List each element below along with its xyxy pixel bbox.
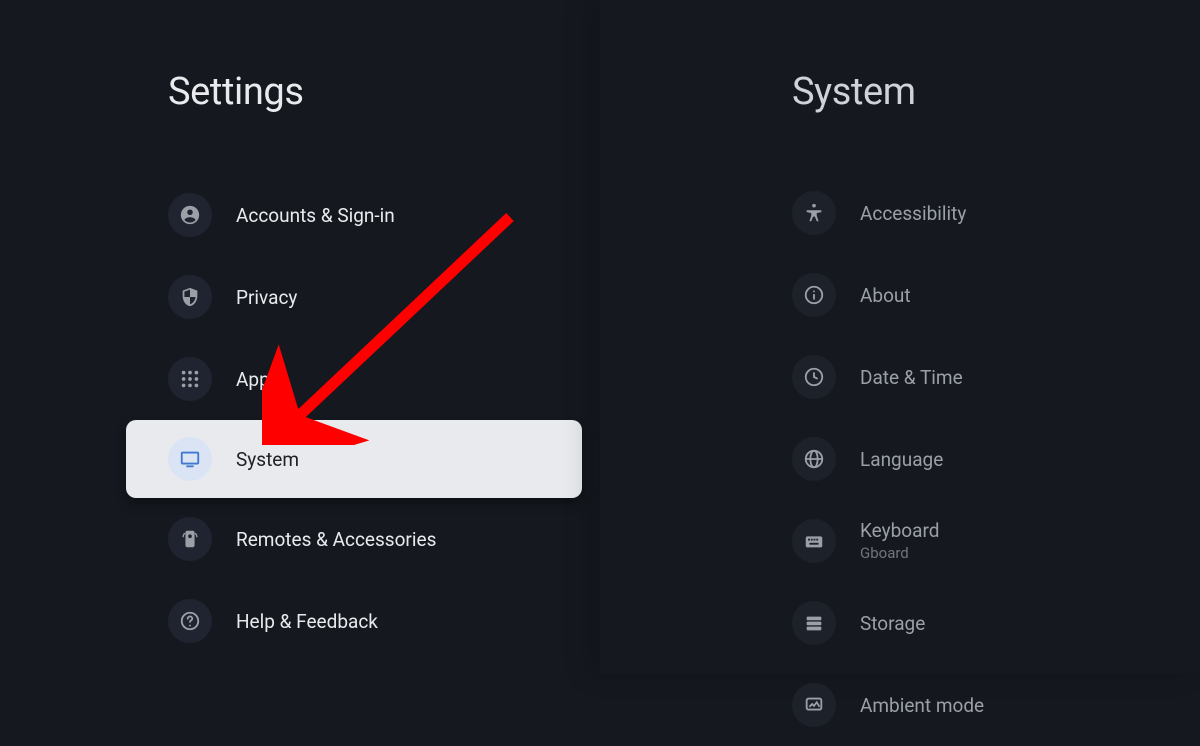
settings-panel: Settings Accounts & Sign-in Privacy Apps (0, 0, 600, 674)
accessibility-icon (792, 191, 836, 235)
system-item-label: Keyboard (860, 520, 939, 543)
globe-icon (792, 437, 836, 481)
settings-item-system[interactable]: System (126, 420, 582, 498)
settings-item-accounts[interactable]: Accounts & Sign-in (0, 174, 600, 256)
ambient-icon (792, 683, 836, 727)
system-panel: System Accessibility About Date & Time (600, 0, 1200, 674)
settings-item-privacy[interactable]: Privacy (0, 256, 600, 338)
apps-grid-icon (168, 357, 212, 401)
settings-item-label: System (236, 448, 299, 471)
system-menu: Accessibility About Date & Time Language (600, 172, 1200, 746)
system-item-label: Ambient mode (860, 694, 984, 717)
system-item-label: About (860, 284, 911, 307)
settings-item-help[interactable]: Help & Feedback (0, 580, 600, 662)
settings-menu: Accounts & Sign-in Privacy Apps System (0, 174, 600, 662)
system-item-label: Date & Time (860, 366, 963, 389)
system-item-about[interactable]: About (600, 254, 1200, 336)
settings-item-remotes[interactable]: Remotes & Accessories (0, 498, 600, 580)
tv-icon (168, 437, 212, 481)
system-item-ambient[interactable]: Ambient mode (600, 664, 1200, 746)
system-item-sub: Gboard (860, 544, 939, 562)
system-item-accessibility[interactable]: Accessibility (600, 172, 1200, 254)
system-item-label: Language (860, 448, 943, 471)
settings-item-label: Privacy (236, 286, 297, 309)
help-icon (168, 599, 212, 643)
page-title-settings: Settings (168, 70, 600, 114)
system-item-label: Accessibility (860, 202, 966, 225)
system-item-label: Storage (860, 612, 925, 635)
system-item-keyboard[interactable]: Keyboard Gboard (600, 500, 1200, 582)
system-item-date-time[interactable]: Date & Time (600, 336, 1200, 418)
system-item-language[interactable]: Language (600, 418, 1200, 500)
page-title-system: System (792, 70, 1200, 114)
system-item-storage[interactable]: Storage (600, 582, 1200, 664)
storage-icon (792, 601, 836, 645)
settings-item-label: Apps (236, 368, 280, 391)
account-icon (168, 193, 212, 237)
settings-item-label: Remotes & Accessories (236, 528, 436, 551)
keyboard-icon (792, 519, 836, 563)
shield-icon (168, 275, 212, 319)
clock-icon (792, 355, 836, 399)
settings-item-label: Help & Feedback (236, 610, 378, 633)
settings-item-label: Accounts & Sign-in (236, 204, 395, 227)
info-icon (792, 273, 836, 317)
remote-icon (168, 517, 212, 561)
settings-item-apps[interactable]: Apps (0, 338, 600, 420)
